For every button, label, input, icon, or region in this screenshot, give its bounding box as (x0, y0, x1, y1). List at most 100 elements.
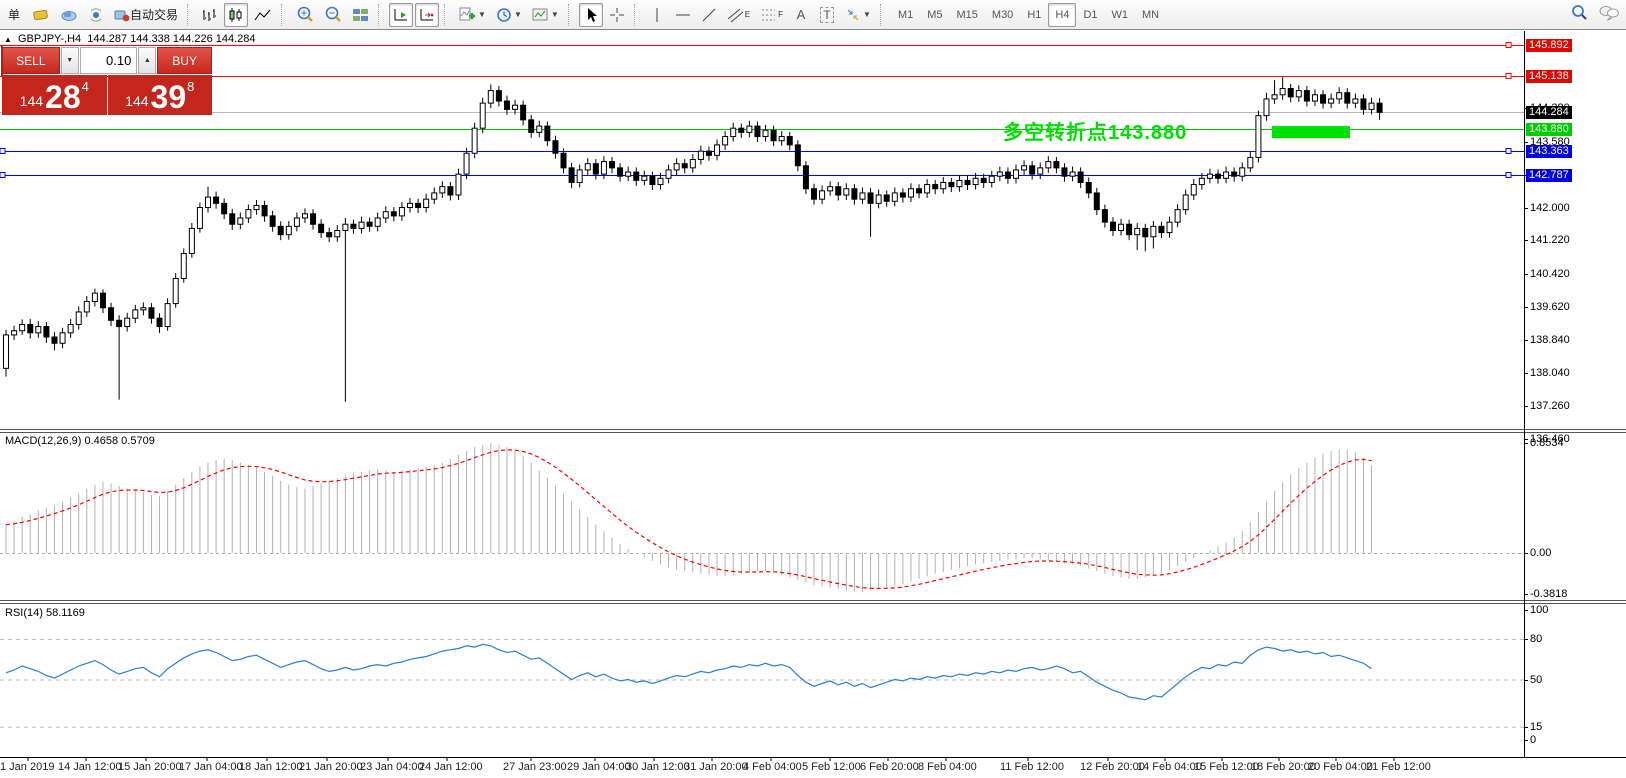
candle-body (1078, 172, 1083, 182)
chart-annotation[interactable]: 多空转折点143.880 (1003, 116, 1187, 145)
candle-body (1038, 168, 1043, 174)
candle-body (997, 172, 1002, 176)
candle-body (545, 126, 550, 141)
symbol-name: GBPJPY-,H4 (18, 33, 81, 45)
macd-axis-label: 0.8534 (1530, 437, 1564, 449)
mt4-window: 单 自动交易 ▼ ▼ ▼ E F A T ▼ M1M (0, 0, 1626, 778)
rsi-title: RSI(14) 58.1169 (5, 607, 85, 619)
candle-body (1232, 172, 1237, 176)
candle-body (480, 103, 485, 128)
buy-price[interactable]: 144398 (108, 75, 213, 115)
candle-body (868, 193, 873, 203)
candle-body (844, 189, 849, 195)
candle-body (12, 331, 17, 335)
candle-body (117, 320, 122, 326)
candle-body (973, 178, 978, 184)
candle-body (925, 185, 930, 193)
candle-body (1345, 93, 1350, 103)
symbol-info: ▲ GBPJPY-,H4 144.287 144.338 144.226 144… (4, 33, 256, 45)
line-handle[interactable] (1506, 173, 1511, 178)
candle-body (521, 105, 526, 120)
candle-body (456, 174, 461, 195)
candle-body (181, 253, 186, 278)
macd-axis-label: -0.3818 (1530, 588, 1567, 600)
rsi-line (6, 644, 1372, 699)
symbol-ohlc: 144.287 144.338 144.226 144.284 (87, 33, 255, 45)
candle-body (109, 308, 114, 321)
candle-body (262, 205, 267, 215)
candle-body (173, 279, 178, 304)
candle-body (504, 101, 509, 109)
candle-body (1183, 195, 1188, 210)
candle-body (302, 214, 307, 218)
sell-price[interactable]: 144284 (2, 75, 107, 115)
candle-body (28, 324, 33, 332)
sell-button[interactable]: SELL (2, 47, 60, 74)
candle-body (189, 228, 194, 253)
volume-input[interactable]: 0.10 (80, 47, 138, 74)
candle-body (674, 164, 679, 170)
candle-body (36, 327, 41, 333)
price-tick (1524, 406, 1528, 407)
candle-body (92, 293, 97, 301)
candle-body (1288, 89, 1293, 97)
candle-body (238, 218, 243, 224)
candle-body (513, 105, 518, 109)
candle-body (1207, 174, 1212, 178)
volume-down-button[interactable]: ▼ (61, 47, 79, 74)
buy-button[interactable]: BUY (157, 47, 212, 74)
candle-body (1022, 166, 1027, 170)
candle-body (432, 193, 437, 199)
candle-body (1296, 91, 1301, 97)
candle-body (731, 128, 736, 136)
candle-body (1337, 93, 1342, 99)
line-handle[interactable] (1506, 149, 1511, 154)
candle-body (1046, 162, 1051, 168)
rsi-tick (1524, 727, 1528, 728)
candle-body (125, 318, 130, 326)
candle-body (698, 151, 703, 159)
candle-body (1248, 157, 1253, 167)
candle-body (1280, 89, 1285, 95)
candle-body (876, 195, 881, 203)
candle-body (133, 310, 138, 318)
candle-body (884, 195, 889, 201)
candle-body (1256, 116, 1261, 158)
candle-body (335, 231, 340, 237)
price-tick (1524, 373, 1528, 374)
chart-canvas[interactable] (0, 0, 1626, 778)
candle-body (1143, 228, 1148, 236)
candle-body (1224, 172, 1229, 178)
candle-body (917, 189, 922, 193)
candle-body (763, 130, 768, 136)
green-zone-box[interactable] (1272, 126, 1350, 138)
candle-body (278, 226, 283, 234)
candle-body (690, 160, 695, 168)
candle-body (747, 126, 752, 132)
line-handle[interactable] (0, 149, 5, 154)
price-tick-label: 140.420 (1530, 268, 1570, 280)
candle-body (165, 304, 170, 327)
candle-body (1062, 168, 1067, 176)
line-handle[interactable] (0, 173, 5, 178)
line-handle[interactable] (1506, 74, 1511, 79)
macd-title: MACD(12,26,9) 0.4658 0.5709 (5, 435, 155, 447)
candle-body (537, 126, 542, 132)
candle-body (84, 302, 89, 312)
candle-body (626, 172, 631, 176)
macd-tick (1524, 594, 1528, 595)
candle-body (1014, 170, 1019, 178)
candle-body (908, 189, 913, 197)
candle-body (706, 151, 711, 155)
line-handle[interactable] (1506, 43, 1511, 48)
candle-body (319, 224, 324, 232)
volume-up-button[interactable]: ▲ (138, 47, 156, 74)
price-tag: 143.363 (1526, 145, 1572, 158)
candle-body (1135, 228, 1140, 234)
candle-body (529, 120, 534, 133)
price-tick-label: 137.260 (1530, 400, 1570, 412)
macd-signal-line (6, 450, 1372, 589)
price-tick (1524, 340, 1528, 341)
candle-body (294, 218, 299, 226)
candle-body (1102, 210, 1107, 223)
